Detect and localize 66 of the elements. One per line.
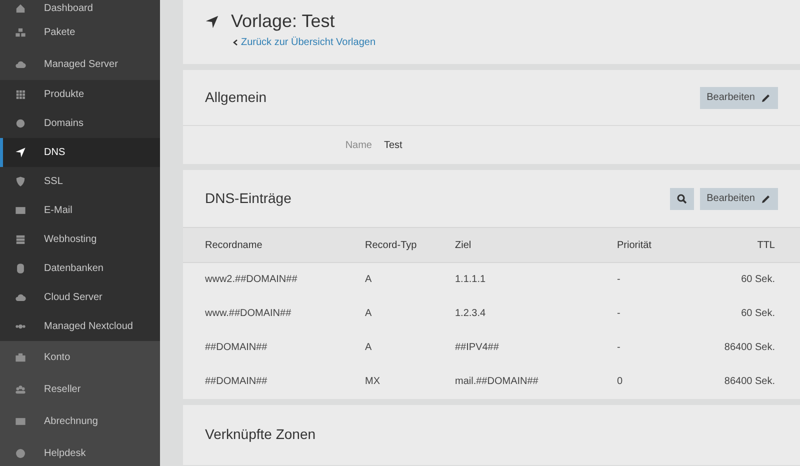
house-icon <box>15 2 26 14</box>
pencil-icon <box>761 92 771 102</box>
sidebar-item[interactable]: Dashboard <box>0 0 160 16</box>
card-title: Allgemein <box>205 88 266 107</box>
chevron-left-icon <box>233 39 238 46</box>
table-cell: ##IPV4## <box>455 330 617 364</box>
table-cell: A <box>365 262 455 296</box>
search-icon <box>676 194 687 204</box>
sidebar-item[interactable]: Konto <box>0 341 160 373</box>
back-link[interactable]: Zurück zur Übersicht Vorlagen <box>233 35 778 50</box>
table-cell-text: MX <box>365 375 381 389</box>
edit-button[interactable]: Bearbeiten <box>700 188 778 210</box>
card-title: Verknüpfte Zonen <box>205 425 316 444</box>
sidebar-item[interactable]: Produkte <box>0 80 160 109</box>
sidebar-item[interactable]: E-Mail <box>0 196 160 225</box>
search-button[interactable] <box>670 188 694 210</box>
column-header: Record-Typ <box>365 228 455 262</box>
sidebar-item[interactable]: Webhosting <box>0 225 160 254</box>
sidebar-item[interactable]: Cloud Server <box>0 283 160 312</box>
table-cell-text: ##DOMAIN## <box>204 375 268 389</box>
field-label: Name <box>344 138 372 152</box>
location-arrow-icon <box>15 147 26 158</box>
table-cell: www.##DOMAIN## <box>183 296 365 330</box>
table-cell-text: 86400 Sek. <box>723 375 776 389</box>
page-title: Vorlage: Test <box>231 10 335 33</box>
column-header: Recordname <box>183 228 365 262</box>
table-cell-text: 60 Sek. <box>740 307 776 321</box>
grid-icon <box>15 89 26 100</box>
pencil-icon <box>761 194 771 204</box>
table-cell-text: 86400 Sek. <box>723 341 776 355</box>
table-cell-text: - <box>617 341 622 355</box>
table-cell: 1.1.1.1 <box>455 262 617 296</box>
sidebar-item[interactable]: Abrechnung <box>0 405 160 437</box>
table-cell: 1.2.3.4 <box>455 296 617 330</box>
sidebar-item[interactable]: Managed Server <box>0 48 160 80</box>
sidebar-item[interactable]: Managed Nextcloud <box>0 312 160 341</box>
field-value: Test <box>384 138 402 152</box>
table-cell: 60 Sek. <box>717 262 800 296</box>
column-header: TTL <box>717 228 800 262</box>
sidebar-item[interactable]: Domains <box>0 109 160 138</box>
column-header: Ziel <box>455 228 617 262</box>
sidebar-item[interactable]: DNS <box>0 138 160 167</box>
cloud-icon <box>15 58 26 70</box>
location-arrow-icon <box>205 14 219 28</box>
table-cell: ##DOMAIN## <box>183 330 365 364</box>
boxes-icon <box>15 26 26 38</box>
table-cell-text: 0 <box>617 375 624 389</box>
users-icon <box>15 384 26 394</box>
table-cell: - <box>617 262 717 296</box>
sidebar-item[interactable]: Pakete <box>0 16 160 48</box>
card-title: DNS-Einträge <box>205 189 292 208</box>
table-cell-text: - <box>617 307 622 321</box>
edit-button[interactable]: Bearbeiten <box>700 86 778 108</box>
table-cell-text: A <box>365 307 373 321</box>
sidebar-item[interactable]: SSL <box>0 167 160 196</box>
table-cell: mail.##DOMAIN## <box>455 364 617 398</box>
sidebar-item[interactable]: Helpdesk <box>0 437 160 466</box>
table-cell: A <box>365 330 455 364</box>
server-icon <box>15 234 26 245</box>
cloud-icon <box>15 292 26 303</box>
shield-icon <box>15 176 26 187</box>
briefcase-icon <box>15 352 26 362</box>
sidebar-item[interactable]: Reseller <box>0 373 160 405</box>
table-cell: www2.##DOMAIN## <box>183 262 365 296</box>
column-header: Priorität <box>617 228 717 262</box>
sidebar-item[interactable]: Datenbanken <box>0 254 160 283</box>
